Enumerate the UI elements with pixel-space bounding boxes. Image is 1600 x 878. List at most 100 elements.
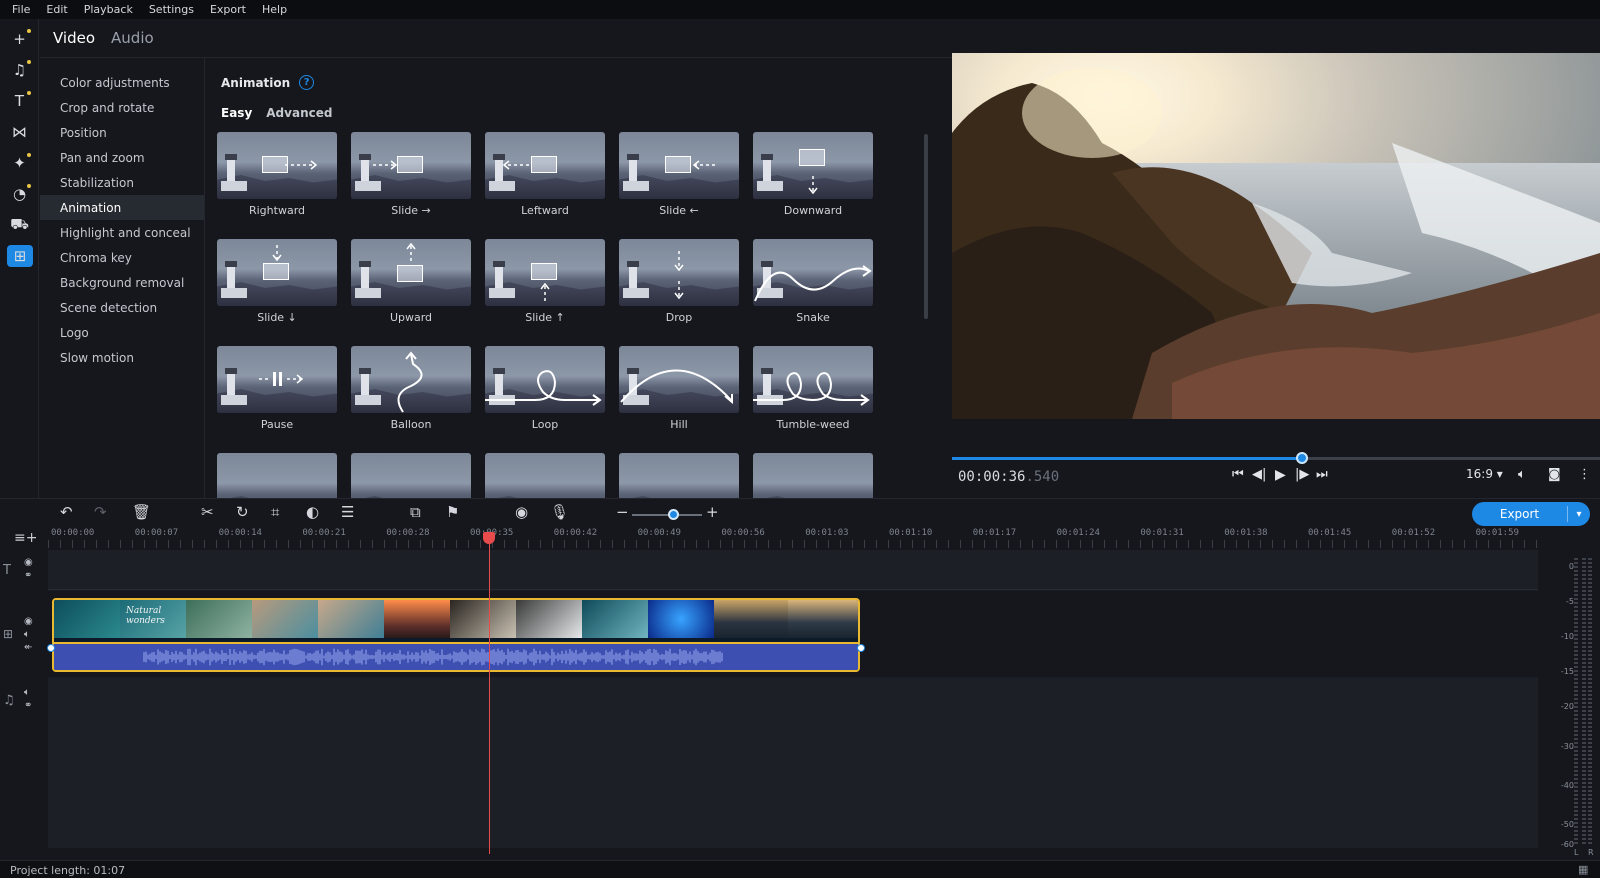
fx-item-stabilization[interactable]: Stabilization: [40, 170, 204, 195]
delete-icon[interactable]: 🗑︎: [132, 503, 151, 521]
more-menu-icon[interactable]: ⋮: [1578, 467, 1591, 482]
preset-slide-left[interactable]: [619, 132, 739, 199]
preset-pause[interactable]: [217, 346, 337, 413]
music-track[interactable]: [48, 678, 1538, 848]
play-icon[interactable]: ▶: [1275, 467, 1286, 483]
preset-leftward[interactable]: [485, 132, 605, 199]
skip-start-icon[interactable]: ⏮: [1232, 467, 1244, 482]
zoom-slider[interactable]: [632, 514, 702, 516]
text-track[interactable]: [48, 550, 1538, 590]
text-icon[interactable]: T: [6, 89, 33, 113]
snapshot-icon[interactable]: ◙: [1548, 467, 1561, 482]
fx-item-crop-rotate[interactable]: Crop and rotate: [40, 95, 204, 120]
undo-icon[interactable]: ↶: [60, 503, 73, 521]
text-track-link-icon[interactable]: ⚭: [24, 570, 32, 581]
grid-icon[interactable]: ▦: [1578, 863, 1588, 876]
zoom-out-icon[interactable]: −: [616, 503, 629, 521]
zoom-slider-handle[interactable]: [668, 509, 679, 520]
fx-item-position[interactable]: Position: [40, 120, 204, 145]
menu-settings[interactable]: Settings: [141, 3, 202, 16]
cut-icon[interactable]: ✂: [201, 503, 214, 521]
frame-forward-icon[interactable]: |▶: [1295, 467, 1309, 482]
timeline-ruler[interactable]: 00:00:00 00:00:07 00:00:14 00:00:21 00:00:28…: [48, 528, 1538, 550]
help-icon[interactable]: ?: [299, 75, 315, 90]
add-track-icon[interactable]: ≡+: [14, 530, 37, 546]
fx-item-pan-zoom[interactable]: Pan and zoom: [40, 145, 204, 170]
magic-wand-icon[interactable]: ✦: [6, 151, 33, 175]
aspect-ratio-select[interactable]: 16:9 ▾: [1466, 467, 1503, 481]
text-track-visibility-icon[interactable]: ◉: [24, 557, 33, 568]
microphone-icon[interactable]: 🎙︎: [550, 503, 569, 521]
stickers-icon[interactable]: ⛟: [6, 213, 33, 237]
preset-slide-right-arrow-icon: [373, 160, 398, 170]
video-track-volume-icon[interactable]: 🔈︎: [24, 629, 30, 640]
timecode: 00:00:36.540: [958, 469, 1060, 485]
seek-handle[interactable]: [1295, 452, 1308, 464]
playhead-handle[interactable]: [483, 532, 495, 544]
preset-thumbnail[interactable]: [619, 453, 739, 498]
music-track-link-icon[interactable]: ⚭: [24, 700, 32, 711]
tab-easy[interactable]: Easy: [221, 106, 252, 120]
menu-file[interactable]: File: [4, 3, 38, 16]
skip-end-icon[interactable]: ⏭: [1316, 467, 1328, 482]
menu-playback[interactable]: Playback: [76, 3, 141, 16]
music-note-icon[interactable]: ♫: [6, 58, 33, 82]
preset-tumble-weed[interactable]: [753, 346, 873, 413]
preset-slide-up[interactable]: [485, 239, 605, 306]
more-tools-icon[interactable]: ⊞: [7, 245, 33, 267]
overlay-icon[interactable]: ⧉: [410, 503, 421, 521]
tab-video[interactable]: Video: [53, 29, 95, 47]
clip-properties-icon[interactable]: ☰: [341, 503, 354, 521]
music-track-volume-icon[interactable]: 🔈︎: [24, 687, 30, 698]
rotate-icon[interactable]: ↻: [236, 503, 249, 521]
crop-icon[interactable]: ⌗: [271, 503, 279, 521]
preset-drop[interactable]: [619, 239, 739, 306]
volume-icon[interactable]: 🔈︎: [1518, 467, 1526, 482]
fx-item-slow-motion[interactable]: Slow motion: [40, 345, 204, 370]
clip-end-handle[interactable]: [857, 644, 865, 652]
preset-snake[interactable]: [753, 239, 873, 306]
export-dropdown-icon[interactable]: ▾: [1568, 509, 1590, 520]
redo-icon[interactable]: ↷: [94, 503, 107, 521]
fx-item-scene-detection[interactable]: Scene detection: [40, 295, 204, 320]
menu-edit[interactable]: Edit: [38, 3, 75, 16]
transitions-icon[interactable]: ⋈: [6, 120, 33, 144]
preset-thumbnail[interactable]: [351, 453, 471, 498]
frame-back-icon[interactable]: ◀|: [1252, 467, 1266, 482]
preset-thumbnail[interactable]: [753, 453, 873, 498]
preset-rightward[interactable]: [217, 132, 337, 199]
fx-item-background-removal[interactable]: Background removal: [40, 270, 204, 295]
fx-item-logo[interactable]: Logo: [40, 320, 204, 345]
video-track-visibility-icon[interactable]: ◉: [24, 616, 33, 627]
preset-loop[interactable]: [485, 346, 605, 413]
fx-item-animation[interactable]: Animation: [40, 195, 204, 220]
zoom-in-icon[interactable]: +: [706, 503, 719, 521]
seek-bar[interactable]: [952, 452, 1600, 464]
preset-slide-down[interactable]: [217, 239, 337, 306]
preset-balloon[interactable]: [351, 346, 471, 413]
menu-help[interactable]: Help: [254, 3, 295, 16]
preset-downward[interactable]: [753, 132, 873, 199]
fx-item-chroma-key[interactable]: Chroma key: [40, 245, 204, 270]
tab-advanced[interactable]: Advanced: [266, 106, 332, 120]
video-clip[interactable]: Natural wonders: [52, 598, 860, 672]
audio-waveform[interactable]: [54, 642, 858, 670]
panel-scrollbar[interactable]: [924, 134, 928, 319]
preset-thumbnail[interactable]: [217, 453, 337, 498]
export-button[interactable]: Export ▾: [1472, 502, 1590, 526]
clip-start-handle[interactable]: [47, 644, 55, 652]
fx-item-color-adjustments[interactable]: Color adjustments: [40, 70, 204, 95]
preset-slide-right[interactable]: [351, 132, 471, 199]
preset-thumbnail[interactable]: [485, 453, 605, 498]
marker-flag-icon[interactable]: ⚑: [446, 503, 459, 521]
add-icon[interactable]: +: [6, 27, 33, 51]
fx-item-highlight-conceal[interactable]: Highlight and conceal: [40, 220, 204, 245]
tab-audio[interactable]: Audio: [111, 29, 154, 47]
filters-icon[interactable]: ◔: [6, 182, 33, 206]
menu-export[interactable]: Export: [202, 3, 254, 16]
preset-upward[interactable]: [351, 239, 471, 306]
preset-hill[interactable]: [619, 346, 739, 413]
video-track-link-icon[interactable]: ↞: [24, 642, 32, 653]
webcam-icon[interactable]: ◉: [515, 503, 528, 521]
color-icon[interactable]: ◐: [306, 503, 319, 521]
